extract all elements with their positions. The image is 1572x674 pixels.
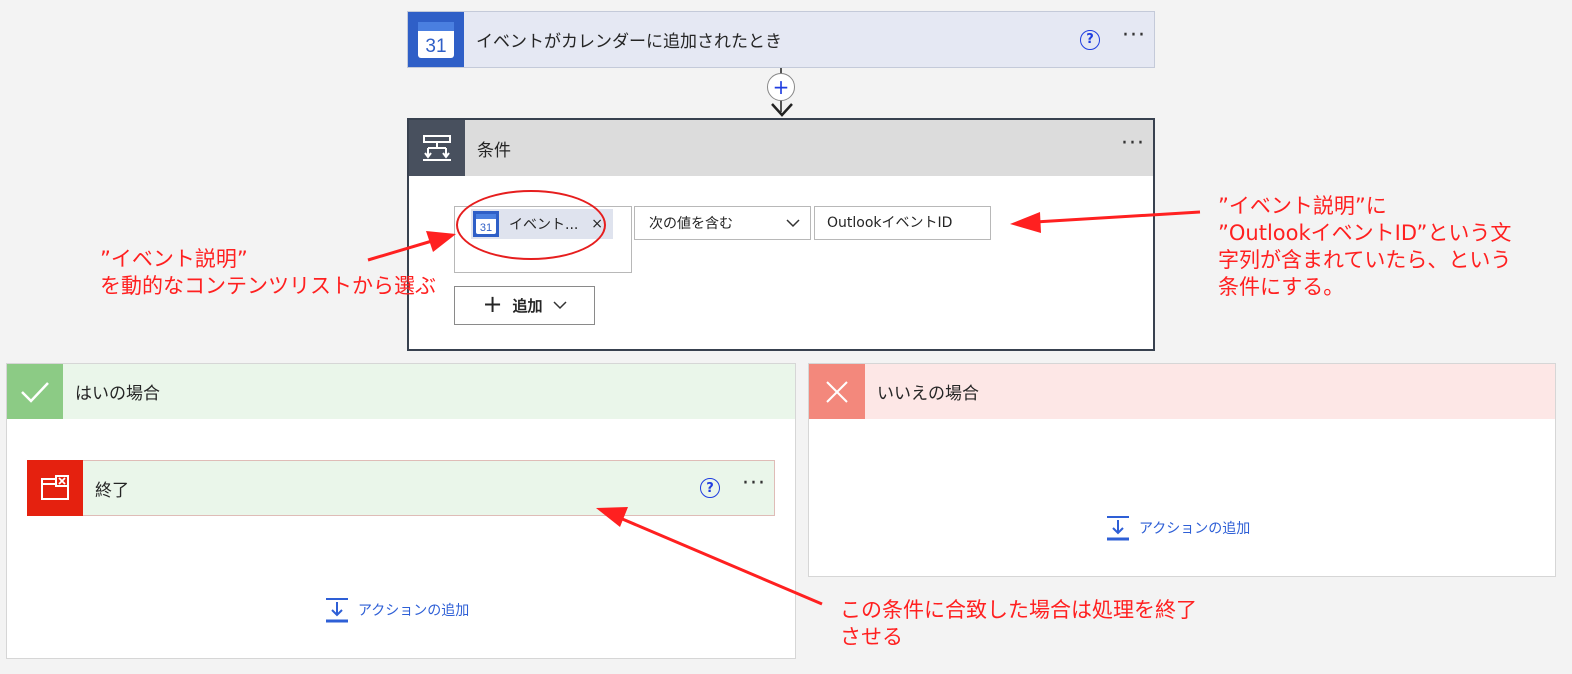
add-action-label: アクションの追加	[1139, 521, 1251, 537]
google-calendar-icon: 31	[408, 12, 464, 67]
help-icon[interactable]: ?	[1080, 29, 1100, 50]
add-label: 追加	[512, 297, 543, 315]
condition-icon	[409, 120, 465, 176]
trigger-title: イベントがカレンダーに追加されたとき	[476, 32, 782, 52]
annotation-right-line: ”イベント説明”に	[1218, 194, 1387, 218]
checkmark-icon	[7, 364, 63, 419]
terminate-header[interactable]: 終了 ? ···	[27, 459, 774, 516]
chevron-down-icon	[786, 218, 800, 227]
condition-header[interactable]: 条件 ···	[409, 120, 1153, 176]
add-action-icon	[326, 598, 348, 623]
annotation-bottom-line: させる	[840, 625, 903, 649]
operator-dropdown[interactable]: 次の値を含む	[634, 206, 811, 240]
add-action-label: アクションの追加	[358, 603, 470, 619]
annotation-right-line: 字列が含まれていたら、という	[1218, 248, 1512, 272]
chevron-down-icon	[553, 301, 567, 310]
yes-branch-header[interactable]: はいの場合	[7, 364, 795, 419]
condition-title: 条件	[477, 140, 511, 161]
close-icon	[809, 364, 865, 419]
operator-value: 次の値を含む	[649, 216, 733, 232]
more-options-button[interactable]: ···	[734, 473, 774, 495]
add-row-button[interactable]: + 追加	[454, 286, 595, 325]
annotation-ellipse	[456, 190, 606, 260]
annotation-left: ”イベント説明” を動的なコンテンツリストから選ぶ	[100, 246, 436, 300]
annotation-left-line: ”イベント説明”	[100, 247, 248, 271]
trigger-header[interactable]: 31 イベントがカレンダーに追加されたとき ? ···	[408, 12, 1154, 67]
no-branch: いいえの場合 アクションの追加	[808, 363, 1556, 577]
plus-icon: +	[482, 290, 503, 318]
help-icon[interactable]: ?	[700, 478, 720, 498]
annotation-left-line: を動的なコンテンツリストから選ぶ	[100, 274, 436, 298]
trigger-card[interactable]: 31 イベントがカレンダーに追加されたとき ? ···	[407, 11, 1155, 68]
arrow-down-icon	[771, 103, 793, 117]
svg-text:31: 31	[425, 36, 446, 57]
annotation-bottom: この条件に合致した場合は処理を終了 させる	[840, 597, 1197, 651]
terminate-title: 終了	[95, 480, 129, 501]
more-options-button[interactable]: ···	[1113, 133, 1153, 155]
terminate-icon	[27, 459, 83, 516]
no-branch-title: いいえの場合	[877, 384, 979, 404]
yes-branch-title: はいの場合	[75, 384, 160, 404]
insert-step-button[interactable]: +	[767, 73, 795, 101]
terminate-card[interactable]: 終了 ? ···	[27, 459, 775, 516]
annotation-right-line: ”OutlookイベントID”という文	[1218, 221, 1512, 245]
yes-branch: はいの場合 終了 ? ··· アクションの追加	[6, 363, 796, 659]
add-action-link[interactable]: アクションの追加	[324, 597, 469, 623]
add-action-link[interactable]: アクションの追加	[1105, 515, 1250, 541]
annotation-right-line: 条件にする。	[1218, 275, 1345, 299]
add-action-icon	[1107, 516, 1129, 541]
more-options-button[interactable]: ···	[1114, 24, 1154, 47]
right-operand-field[interactable]: OutlookイベントID	[814, 206, 991, 240]
annotation-bottom-line: この条件に合致した場合は処理を終了	[840, 598, 1197, 622]
annotation-right: ”イベント説明”に ”OutlookイベントID”という文 字列が含まれていたら…	[1218, 193, 1511, 301]
no-branch-header[interactable]: いいえの場合	[809, 364, 1555, 419]
